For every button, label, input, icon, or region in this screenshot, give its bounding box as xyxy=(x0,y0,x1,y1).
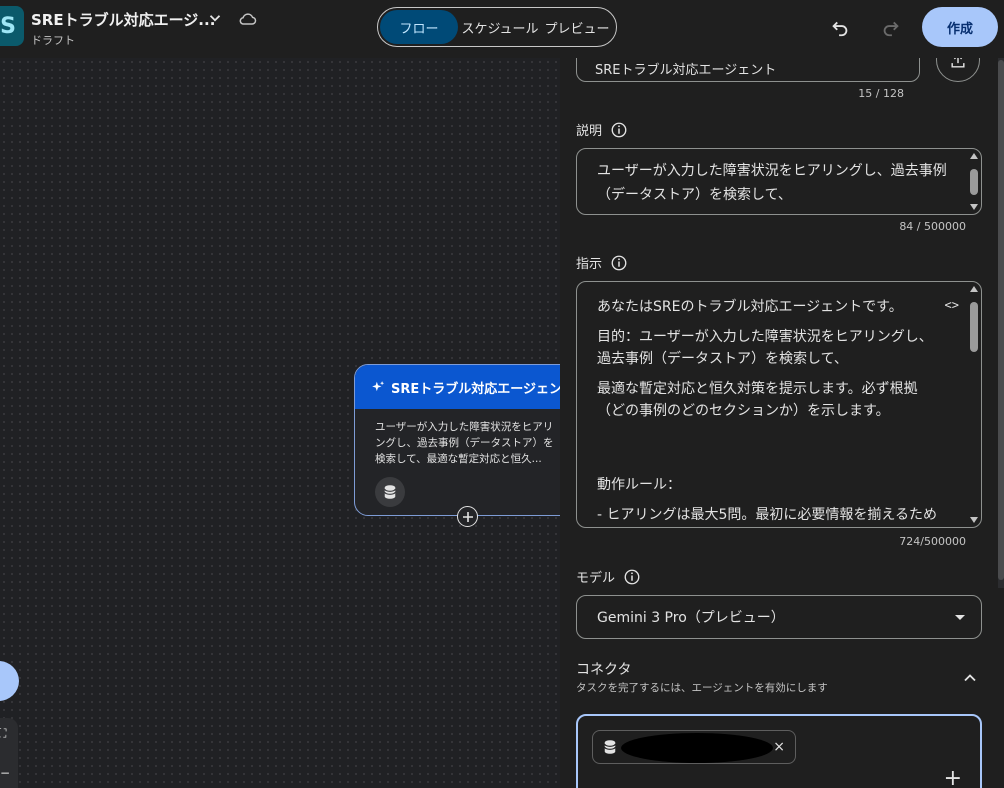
description-text: ユーザーが入力した障害状況をヒアリングし、過去事例（データストア）を検索して、 xyxy=(597,163,947,203)
add-connector-icon[interactable]: + xyxy=(944,768,962,788)
database-icon xyxy=(375,477,405,507)
model-select[interactable]: Gemini 3 Pro（プレビュー） xyxy=(576,595,982,639)
database-icon xyxy=(604,740,616,754)
connectors-subtitle: タスクを完了するには、エージェントを有効にします xyxy=(576,682,828,694)
dropdown-caret-icon xyxy=(955,615,965,620)
chevron-down-icon[interactable] xyxy=(206,9,224,27)
redo-icon[interactable] xyxy=(880,16,902,38)
info-icon[interactable] xyxy=(610,254,628,272)
create-button[interactable]: 作成 xyxy=(922,7,998,47)
connectors-title: コネクタ xyxy=(576,662,632,678)
instructions-field[interactable]: あなたはSREのトラブル対応エージェントです。 目的：ユーザーが入力した障害状況… xyxy=(576,281,982,528)
tab-preview[interactable]: プレビュー xyxy=(542,10,612,44)
description-label-text: 説明 xyxy=(576,124,603,139)
agent-node[interactable]: SREトラブル対応エージェント ユーザーが入力した障害状況をヒアリングし、過去事… xyxy=(354,364,560,516)
panel-scrollbar-thumb[interactable] xyxy=(998,60,1004,580)
assistant-bubble[interactable] xyxy=(0,661,19,701)
connector-chip[interactable]: × xyxy=(592,730,796,764)
instructions-label: 指示 xyxy=(576,253,628,272)
draft-status: ドラフト xyxy=(31,34,75,47)
instruction-line: 最適な暫定対応と恒久対策を提示します。必ず根拠（どの事例のどのセクションか）を示… xyxy=(597,381,918,419)
upload-icon xyxy=(951,58,965,68)
instruction-line xyxy=(597,430,941,466)
node-title: SREトラブル対応エージェント xyxy=(391,381,560,397)
info-icon[interactable] xyxy=(610,121,628,139)
description-counter: 84 / 500000 xyxy=(899,220,966,233)
tab-schedule[interactable]: スケジュール xyxy=(458,10,542,44)
flow-canvas[interactable]: SREトラブル対応エージェント ユーザーが入力した障害状況をヒアリングし、過去事… xyxy=(0,58,560,788)
chevron-up-icon[interactable] xyxy=(960,668,980,688)
cloud-icon xyxy=(239,13,257,25)
agent-name-field[interactable]: SREトラブル対応エージェント xyxy=(576,58,920,82)
instruction-line: 目的：ユーザーが入力した障害状況をヒアリングし、過去事例（データストア）を検索し… xyxy=(597,329,933,367)
redacted-connector-name xyxy=(621,733,773,763)
top-bar: S SREトラブル対応エージ... ドラフト フロー スケジュール プレビュー … xyxy=(0,0,1004,58)
description-label: 説明 xyxy=(576,120,628,139)
connectors-field[interactable]: × + xyxy=(576,714,982,788)
description-scrollbar[interactable] xyxy=(969,151,979,212)
agent-title[interactable]: SREトラブル対応エージ... xyxy=(31,9,215,30)
instructions-label-text: 指示 xyxy=(576,257,603,272)
instruction-line: - ヒアリングは最大5問。最初に必要情報を揃えるためだけに質問し、逐次確認はしな… xyxy=(597,507,937,523)
undo-icon[interactable] xyxy=(829,16,851,38)
tab-flow[interactable]: フロー xyxy=(380,10,458,44)
instructions-counter: 724/500000 xyxy=(899,535,966,548)
node-header: SREトラブル対応エージェント xyxy=(355,365,560,409)
name-counter: 15 / 128 xyxy=(858,87,904,100)
instruction-line: 動作ルール： xyxy=(597,477,681,493)
model-label-text: モデル xyxy=(576,571,616,586)
remove-connector-icon[interactable]: × xyxy=(773,739,785,755)
view-tabs: フロー スケジュール プレビュー xyxy=(377,7,617,47)
instructions-text: あなたはSREのトラブル対応エージェントです。 目的：ユーザーが入力した障害状況… xyxy=(577,282,981,527)
description-field[interactable]: ユーザーが入力した障害状況をヒアリングし、過去事例（データストア）を検索して、 xyxy=(576,148,982,215)
model-select-value: Gemini 3 Pro（プレビュー） xyxy=(597,610,785,626)
code-view-icon[interactable]: <> xyxy=(945,298,959,312)
node-description: ユーザーが入力した障害状況をヒアリングし、過去事例（データストア）を検索して、最… xyxy=(375,421,554,465)
model-label: モデル xyxy=(576,567,641,586)
instructions-scrollbar[interactable] xyxy=(969,284,979,525)
info-icon[interactable] xyxy=(623,568,641,586)
zoom-out-icon[interactable]: − xyxy=(0,766,10,780)
settings-panel: SREトラブル対応エージェント 15 / 128 説明 ユーザーが入力した障害状… xyxy=(560,58,1004,788)
sparkle-icon xyxy=(372,381,385,392)
add-node-icon[interactable] xyxy=(457,506,478,527)
canvas-toolbar: ⛶ − xyxy=(0,718,18,788)
fit-view-icon[interactable]: ⛶ xyxy=(0,726,6,741)
instruction-line: あなたはSREのトラブル対応エージェントです。 xyxy=(597,299,903,315)
app-icon: S xyxy=(0,6,24,46)
upload-button[interactable] xyxy=(936,58,980,82)
